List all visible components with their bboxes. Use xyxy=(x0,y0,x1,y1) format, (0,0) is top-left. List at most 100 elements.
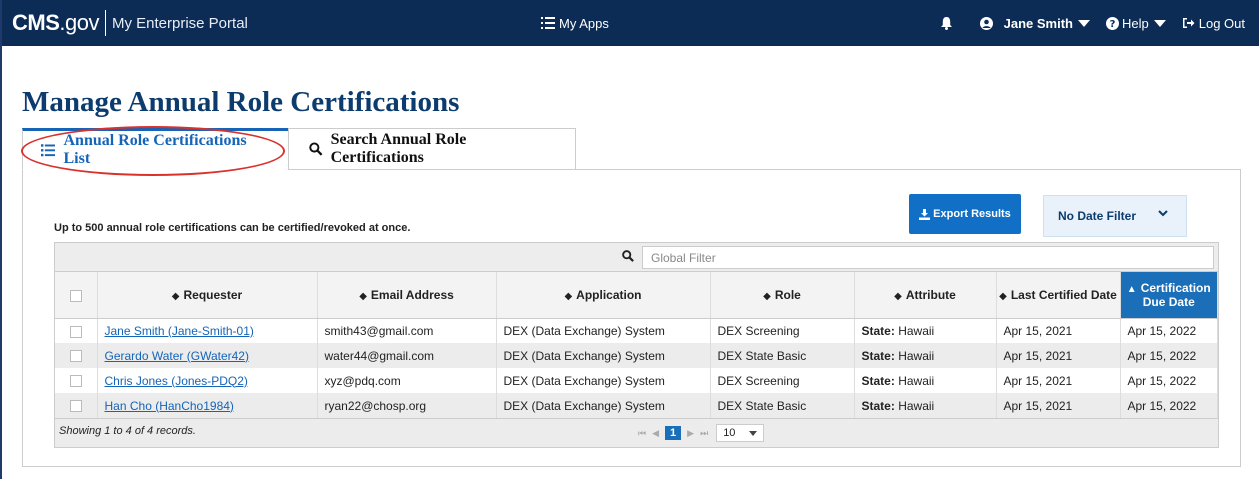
last-page-icon[interactable]: ⏭ xyxy=(700,428,708,439)
global-filter-input[interactable]: Global Filter xyxy=(642,246,1214,269)
column-label: Requester xyxy=(183,287,243,302)
sort-icon: ◆ xyxy=(171,290,180,302)
brand[interactable]: CMS.gov My Enterprise Portal xyxy=(2,0,248,46)
first-page-icon[interactable]: ⏮ xyxy=(638,428,646,439)
bell-icon xyxy=(940,16,952,30)
caret-down-icon xyxy=(1153,19,1166,27)
email-cell: water44@gmail.com xyxy=(317,343,497,368)
column-label: Last Certified Date xyxy=(1010,287,1117,302)
rows-per-page-select[interactable]: 10 xyxy=(716,424,765,442)
page-number-current[interactable]: 1 xyxy=(665,426,682,440)
row-checkbox[interactable] xyxy=(69,400,82,413)
attribute-value: Hawaii xyxy=(898,323,935,338)
due-date-cell: Apr 15, 2022 xyxy=(1120,368,1218,393)
filter-row: Global Filter xyxy=(55,243,1218,272)
last-certified-cell: Apr 15, 2021 xyxy=(996,393,1121,418)
table-row: Chris Jones (Jones-PDQ2) xyz@pdq.com DEX… xyxy=(55,368,1218,393)
attribute-value: Hawaii xyxy=(898,398,935,413)
row-checkbox[interactable] xyxy=(69,325,82,338)
bulk-limit-note: Up to 500 annual role certifications can… xyxy=(54,222,411,234)
prev-page-icon[interactable]: ◀ xyxy=(652,428,659,439)
user-menu[interactable]: Jane Smith xyxy=(979,15,1090,31)
sort-icon: ◆ xyxy=(999,290,1007,302)
pagination: ⏮ ◀ 1 ▶ ⏭ 10 xyxy=(638,424,765,442)
select-all-checkbox[interactable] xyxy=(69,289,82,302)
column-header-role[interactable]: ◆ Role xyxy=(710,272,855,319)
attribute-key: State: xyxy=(861,373,895,388)
table-header-row: ◆ Requester ◆ Email Address ◆ Application ◆… xyxy=(55,272,1218,319)
help-label: Help xyxy=(1121,15,1149,31)
caret-down-icon xyxy=(1077,19,1090,27)
records-summary: Showing 1 to 4 of 4 records. xyxy=(59,425,196,437)
role-cell: DEX Screening xyxy=(710,368,855,393)
attribute-cell: State: Hawaii xyxy=(854,343,997,368)
svg-text:?: ? xyxy=(1110,19,1116,30)
role-cell: DEX State Basic xyxy=(710,393,855,418)
date-filter-value: No Date Filter xyxy=(1058,209,1137,223)
search-icon xyxy=(622,250,634,262)
top-nav-bar: CMS.gov My Enterprise Portal My Apps Jan… xyxy=(2,0,1259,46)
tab-search-certifications[interactable]: Search Annual Role Certifications xyxy=(288,128,576,170)
application-cell: DEX (Data Exchange) System xyxy=(496,318,711,343)
column-label: Attribute xyxy=(905,287,956,302)
row-select-cell xyxy=(55,343,98,368)
chevron-down-icon xyxy=(1158,210,1168,217)
brand-name: CMS xyxy=(12,10,60,35)
date-filter-dropdown[interactable]: No Date Filter xyxy=(1043,195,1187,237)
sort-icon: ◆ xyxy=(894,290,902,302)
due-date-cell: Apr 15, 2022 xyxy=(1120,343,1218,368)
export-results-button[interactable]: Export Results xyxy=(909,194,1021,234)
column-header-application[interactable]: ◆ Application xyxy=(496,272,711,319)
user-name: Jane Smith xyxy=(1003,15,1073,31)
requester-cell: Han Cho (HanCho1984) xyxy=(97,393,318,418)
help-menu[interactable]: ? Help xyxy=(1105,15,1166,31)
attribute-key: State: xyxy=(861,398,895,413)
email-cell: ryan22@chosp.org xyxy=(317,393,497,418)
attribute-cell: State: Hawaii xyxy=(854,368,997,393)
cms-logo: CMS.gov xyxy=(12,10,99,36)
requester-link[interactable]: Gerardo Water (GWater42) xyxy=(105,349,249,363)
column-header-attribute[interactable]: ◆ Attribute xyxy=(854,272,997,319)
column-header-email[interactable]: ◆ Email Address xyxy=(317,272,497,319)
page-title: Manage Annual Role Certifications xyxy=(22,86,460,118)
email-cell: smith43@gmail.com xyxy=(317,318,497,343)
application-cell: DEX (Data Exchange) System xyxy=(496,368,711,393)
table-row: Jane Smith (Jane-Smith-01) smith43@gmail… xyxy=(55,318,1218,343)
role-cell: DEX State Basic xyxy=(710,343,855,368)
global-filter-placeholder: Global Filter xyxy=(651,250,716,265)
notifications-bell[interactable] xyxy=(940,16,952,30)
column-header-requester[interactable]: ◆ Requester xyxy=(97,272,318,319)
my-apps-link[interactable]: My Apps xyxy=(541,0,609,46)
requester-link[interactable]: Jane Smith (Jane-Smith-01) xyxy=(105,324,254,338)
tab-label: Search Annual Role Certifications xyxy=(330,131,467,166)
table-row: Han Cho (HanCho1984) ryan22@chosp.org DE… xyxy=(55,393,1218,418)
my-apps-label: My Apps xyxy=(559,15,609,31)
column-label: Certification Due Date xyxy=(1140,280,1211,309)
sort-icon: ◆ xyxy=(763,290,771,302)
last-certified-cell: Apr 15, 2021 xyxy=(996,343,1121,368)
requester-link[interactable]: Han Cho (HanCho1984) xyxy=(105,399,234,413)
table-row: Gerardo Water (GWater42) water44@gmail.c… xyxy=(55,343,1218,368)
column-label: Role xyxy=(774,287,801,302)
list-icon xyxy=(541,17,555,29)
requester-cell: Jane Smith (Jane-Smith-01) xyxy=(97,318,318,343)
attribute-key: State: xyxy=(861,323,895,338)
column-header-last-certified[interactable]: ◆ Last Certified Date xyxy=(996,272,1121,319)
application-cell: DEX (Data Exchange) System xyxy=(496,393,711,418)
highlight-annotation xyxy=(21,126,285,176)
logout-link[interactable]: Log Out xyxy=(1182,16,1245,31)
brand-divider xyxy=(104,10,106,36)
sort-icon: ◆ xyxy=(359,290,367,302)
next-page-icon[interactable]: ▶ xyxy=(687,428,694,439)
download-icon xyxy=(919,208,931,220)
column-header-due-date[interactable]: ▲ Certification Due Date xyxy=(1120,272,1218,319)
attribute-value: Hawaii xyxy=(898,373,935,388)
user-circle-icon xyxy=(979,16,993,30)
attribute-cell: State: Hawaii xyxy=(854,393,997,418)
requester-cell: Chris Jones (Jones-PDQ2) xyxy=(97,368,318,393)
row-checkbox[interactable] xyxy=(69,350,82,363)
row-checkbox[interactable] xyxy=(69,375,82,388)
select-all-header xyxy=(55,272,98,319)
last-certified-cell: Apr 15, 2021 xyxy=(996,318,1121,343)
requester-link[interactable]: Chris Jones (Jones-PDQ2) xyxy=(105,374,248,388)
